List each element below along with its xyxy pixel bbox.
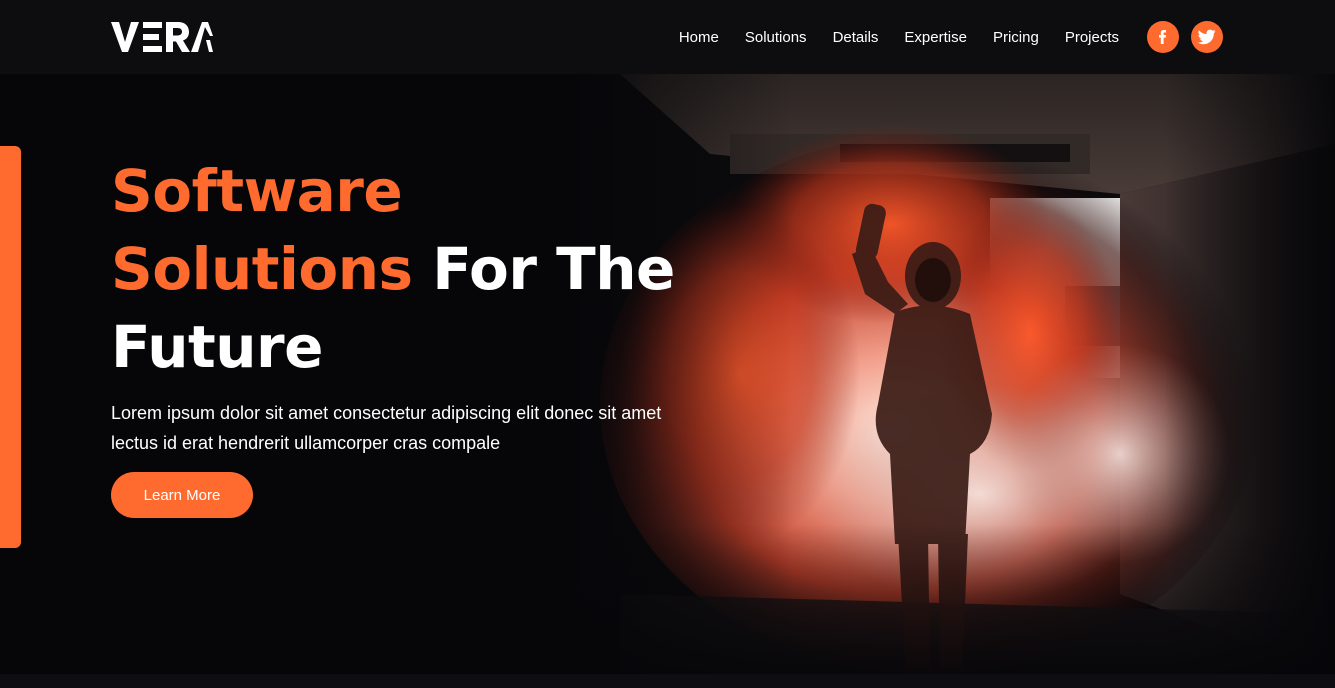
nav-home-link[interactable]: Home (679, 29, 719, 46)
hero-image (560, 74, 1335, 674)
nav-solutions-link[interactable]: Solutions (745, 29, 807, 46)
section-divider (0, 674, 1335, 688)
vera-logo-mark (111, 22, 213, 52)
hero-title-rest-2: Future (111, 313, 323, 381)
hero-title: Software Solutions For The Future (111, 152, 675, 386)
twitter-icon (1198, 29, 1216, 45)
learn-more-button[interactable]: Learn More (111, 472, 253, 518)
hero-title-highlight-2: Solutions (111, 235, 413, 303)
hero-title-highlight-1: Software (111, 157, 403, 225)
facebook-button[interactable] (1147, 21, 1179, 53)
hero-description: Lorem ipsum dolor sit amet consectetur a… (111, 403, 662, 453)
nav-details-link[interactable]: Details (833, 29, 879, 46)
nav-expertise-link[interactable]: Expertise (904, 29, 967, 46)
nav-pricing-link[interactable]: Pricing (993, 29, 1039, 46)
nav-projects-link[interactable]: Projects (1065, 29, 1119, 46)
accent-bar (0, 146, 21, 548)
main-nav: Home Solutions Details Expertise Pricing… (679, 0, 1335, 74)
facebook-icon (1159, 30, 1166, 44)
twitter-button[interactable] (1191, 21, 1223, 53)
landing-page: Home Solutions Details Expertise Pricing… (0, 0, 1335, 688)
site-header: Home Solutions Details Expertise Pricing… (0, 0, 1335, 74)
hero-title-rest-1: For The (412, 235, 675, 303)
brand-logo[interactable] (111, 20, 213, 54)
